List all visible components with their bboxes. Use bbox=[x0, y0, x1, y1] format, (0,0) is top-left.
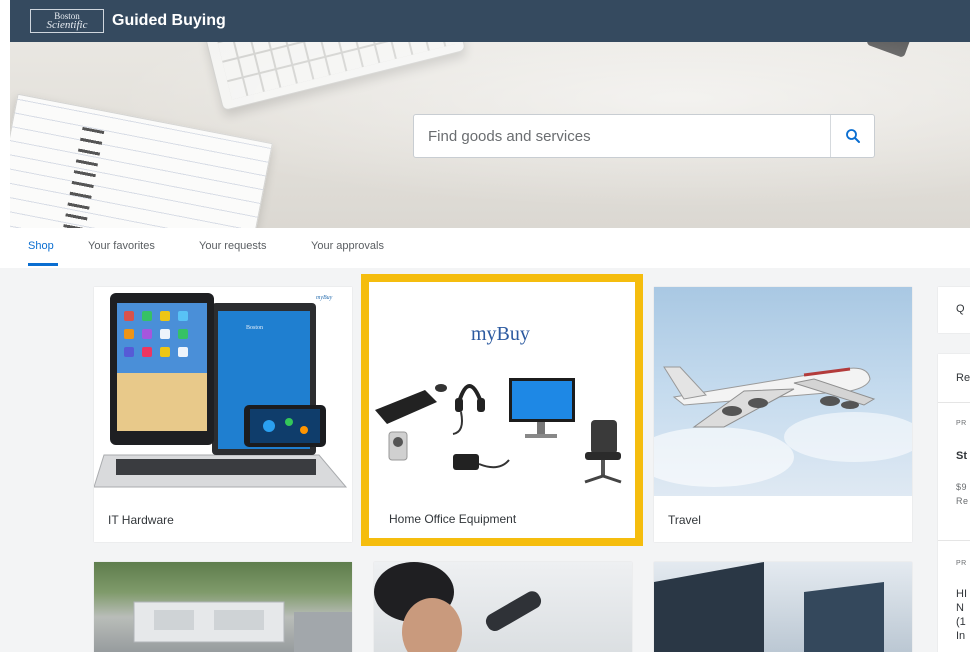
search-button[interactable] bbox=[830, 115, 874, 157]
search-icon bbox=[845, 129, 860, 143]
tile-label-home-office-equipment: Home Office Equipment bbox=[389, 512, 517, 526]
home-office-illustration: myBuy bbox=[375, 323, 622, 484]
computer-monitors-image bbox=[654, 562, 912, 652]
tab-your-favorites[interactable]: Your favorites bbox=[88, 240, 155, 252]
search-input[interactable] bbox=[414, 115, 830, 157]
category-tile-home-office-equipment[interactable]: myBuy Home Office Equipment bbox=[369, 282, 635, 538]
recent-item-1-price: $9 bbox=[956, 482, 968, 492]
category-tile-computers[interactable] bbox=[654, 562, 912, 652]
recent-item-1-status: Re bbox=[956, 496, 969, 506]
devices-illustration: myBuy Boston bbox=[94, 293, 348, 488]
recent-item-2-line4: In bbox=[956, 630, 966, 642]
active-tab-indicator bbox=[28, 263, 58, 266]
tile-label-it-hardware: IT Hardware bbox=[108, 513, 174, 527]
airplane-illustration bbox=[654, 366, 912, 487]
tab-bar: Shop Your favorites Your requests Your a… bbox=[0, 228, 970, 268]
lab-microscope-image bbox=[374, 562, 632, 652]
recent-item-2-line1: HI bbox=[956, 588, 967, 600]
category-tile-it-hardware[interactable]: myBuy Boston IT Hardware bbox=[94, 287, 352, 542]
app-header: Boston Scientific Guided Buying bbox=[10, 0, 970, 42]
tile-label-travel: Travel bbox=[668, 513, 701, 527]
recent-item-1-tag: PR bbox=[956, 420, 967, 427]
app-title: Guided Buying bbox=[112, 12, 226, 29]
recent-item-2-line2: N bbox=[956, 602, 964, 614]
svg-text:Boston: Boston bbox=[246, 325, 263, 331]
travel-image bbox=[654, 287, 912, 496]
side-card-quick-label: Q bbox=[956, 303, 965, 315]
category-tile-travel[interactable]: Travel bbox=[654, 287, 912, 542]
side-card-quick[interactable]: Q bbox=[938, 287, 970, 333]
tab-shop[interactable]: Shop bbox=[28, 240, 54, 252]
facility-aerial-image bbox=[94, 562, 352, 652]
mybuy-logo: myBuy bbox=[471, 323, 530, 345]
category-tile-lab[interactable] bbox=[374, 562, 632, 652]
search-bar bbox=[413, 114, 875, 158]
side-panel-recent: Re PR St $9 Re PR HI N (1 In bbox=[938, 354, 970, 652]
home-office-image: myBuy bbox=[369, 282, 635, 494]
recent-item-2-line3: (1 bbox=[956, 616, 966, 628]
company-logo[interactable]: Boston Scientific bbox=[30, 9, 104, 33]
recent-item-1-title[interactable]: St bbox=[956, 450, 967, 462]
recent-item-2-tag: PR bbox=[956, 560, 967, 567]
category-tile-facilities[interactable] bbox=[94, 562, 352, 652]
mybuy-badge: myBuy bbox=[316, 295, 333, 301]
logo-line-2: Scientific bbox=[46, 19, 88, 31]
it-hardware-image: myBuy Boston bbox=[94, 287, 352, 496]
tab-your-requests[interactable]: Your requests bbox=[199, 240, 266, 252]
side-panel-recent-label: Re bbox=[956, 372, 970, 384]
tab-your-approvals[interactable]: Your approvals bbox=[311, 240, 384, 252]
